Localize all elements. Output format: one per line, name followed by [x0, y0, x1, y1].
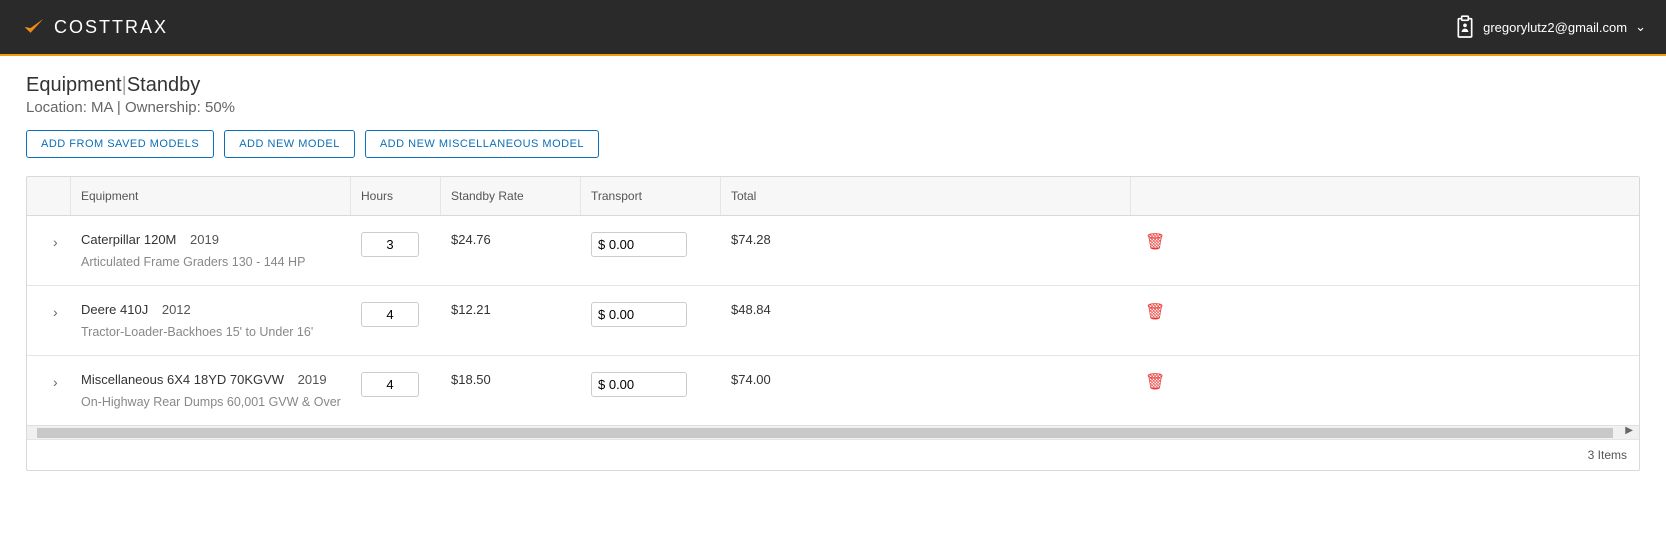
page-body: Equipment|Standby Location: MA | Ownersh…: [0, 56, 1666, 489]
row-total: $74.00: [721, 368, 1131, 391]
table-row: › Deere 410J 2012 Tractor-Loader-Backhoe…: [27, 286, 1639, 356]
col-expand: [27, 177, 71, 215]
table-footer: 3 Items: [27, 439, 1639, 470]
delete-row-icon[interactable]: 🗑: [1141, 374, 1165, 391]
delete-row-icon[interactable]: 🗑: [1141, 234, 1165, 251]
equipment-year: 2012: [162, 302, 191, 317]
hours-input[interactable]: [361, 232, 419, 257]
heading-standby: Standby: [127, 74, 200, 96]
standby-rate: $18.50: [441, 368, 581, 391]
transport-input[interactable]: [591, 232, 687, 257]
expand-row-icon[interactable]: ›: [37, 232, 58, 250]
table-header: Equipment Hours Standby Rate Transport T…: [27, 177, 1639, 216]
app-header: COSTTRAX gregorylutz2@gmail.com ⌄: [0, 0, 1666, 56]
col-equipment: Equipment: [71, 177, 351, 215]
row-total: $74.28: [721, 228, 1131, 251]
equipment-desc: On-Highway Rear Dumps 60,001 GVW & Over: [81, 395, 341, 409]
clipboard-icon: [1455, 15, 1475, 39]
equipment-year: 2019: [298, 372, 327, 387]
add-from-saved-button[interactable]: ADD FROM SAVED MODELS: [26, 130, 214, 158]
chevron-down-icon: ⌄: [1635, 19, 1646, 35]
action-buttons: ADD FROM SAVED MODELS ADD NEW MODEL ADD …: [26, 130, 1640, 158]
logo: COSTTRAX: [20, 13, 168, 41]
user-menu[interactable]: gregorylutz2@gmail.com ⌄: [1455, 15, 1646, 39]
section-heading: Equipment|Standby: [26, 74, 1640, 97]
col-rate: Standby Rate: [441, 177, 581, 215]
expand-row-icon[interactable]: ›: [37, 302, 58, 320]
transport-input[interactable]: [591, 372, 687, 397]
standby-rate: $24.76: [441, 228, 581, 251]
delete-row-icon[interactable]: 🗑: [1141, 304, 1165, 321]
equipment-desc: Tractor-Loader-Backhoes 15' to Under 16': [81, 325, 341, 339]
table-body: › Caterpillar 120M 2019 Articulated Fram…: [27, 216, 1639, 425]
col-action: [1131, 177, 1639, 215]
table-row: › Caterpillar 120M 2019 Articulated Fram…: [27, 216, 1639, 286]
col-total: Total: [721, 177, 1131, 215]
equipment-name: Caterpillar 120M: [81, 232, 176, 247]
transport-input[interactable]: [591, 302, 687, 327]
standby-rate: $12.21: [441, 298, 581, 321]
hours-input[interactable]: [361, 372, 419, 397]
app-name: COSTTRAX: [54, 17, 168, 38]
row-total: $48.84: [721, 298, 1131, 321]
check-icon: [20, 13, 48, 41]
col-hours: Hours: [351, 177, 441, 215]
equipment-table: Equipment Hours Standby Rate Transport T…: [26, 176, 1640, 471]
section-subheading: Location: MA | Ownership: 50%: [26, 99, 1640, 116]
heading-equipment: Equipment: [26, 74, 122, 96]
equipment-desc: Articulated Frame Graders 130 - 144 HP: [81, 255, 341, 269]
equipment-name: Miscellaneous 6X4 18YD 70KGVW: [81, 372, 284, 387]
equipment-year: 2019: [190, 232, 219, 247]
add-misc-model-button[interactable]: ADD NEW MISCELLANEOUS MODEL: [365, 130, 599, 158]
add-new-model-button[interactable]: ADD NEW MODEL: [224, 130, 355, 158]
equipment-name: Deere 410J: [81, 302, 148, 317]
col-transport: Transport: [581, 177, 721, 215]
hours-input[interactable]: [361, 302, 419, 327]
user-email: gregorylutz2@gmail.com: [1483, 20, 1627, 35]
table-row: › Miscellaneous 6X4 18YD 70KGVW 2019 On-…: [27, 356, 1639, 425]
horizontal-scrollbar[interactable]: [27, 425, 1639, 439]
expand-row-icon[interactable]: ›: [37, 372, 58, 390]
